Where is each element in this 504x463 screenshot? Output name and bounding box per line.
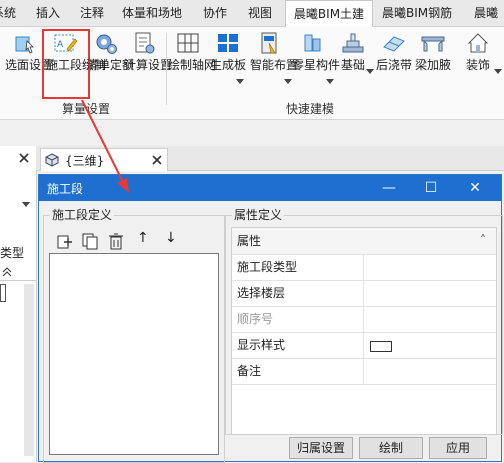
color-swatch[interactable] — [370, 341, 392, 352]
dialog-title: 施工段 — [47, 182, 84, 196]
face-setting-button[interactable]: 选面设置 — [5, 29, 54, 73]
menu-bar: 系统 插入 注释 体量和场地 协作 视图 晨曦BIM土建 晨曦BIM钢筋 晨曦 — [0, 0, 504, 28]
calc-setting-button[interactable]: 计算设置 — [124, 29, 173, 73]
grid-icon — [176, 31, 200, 55]
foundation-icon — [341, 31, 365, 55]
maximize-button[interactable]: ☐ — [411, 175, 451, 201]
misc-component-label: 零星构件 — [292, 58, 341, 72]
group-label-calc-setting: 算量设置 — [62, 102, 111, 116]
dialog-titlebar[interactable]: 施工段 — ☐ ✕ — [39, 175, 501, 201]
menu-tab-system[interactable]: 系统 — [0, 0, 22, 26]
chevron-down-icon — [326, 79, 334, 84]
property-row-remark[interactable]: 备注 — [232, 358, 496, 385]
menu-tab-massing[interactable]: 体量和场地 — [122, 0, 188, 26]
close-icon[interactable] — [18, 152, 30, 164]
apply-button[interactable]: 应用 — [429, 437, 487, 459]
smart-layout-label: 智能布置 — [250, 58, 299, 72]
beam-haunch-icon — [421, 31, 445, 55]
menu-tab-civil[interactable]: 晨曦BIM土建 — [285, 0, 373, 28]
property-name: 选择楼层 — [237, 286, 286, 300]
slab-icon — [216, 31, 240, 55]
property-grid-header: 属性 ˄ — [232, 228, 496, 255]
properties-panel: 类型 — [0, 146, 37, 462]
chevron-down-icon — [236, 79, 244, 84]
property-header-label: 属性 — [237, 234, 262, 248]
collapse-icon[interactable] — [2, 267, 12, 277]
misc-component-icon — [300, 31, 324, 55]
menu-tab-collaborate[interactable]: 协作 — [203, 0, 231, 26]
decoration-icon — [466, 31, 490, 55]
chevron-down-icon[interactable] — [22, 202, 30, 208]
minimize-button[interactable]: — — [369, 175, 409, 201]
type-label: 类型 — [0, 246, 25, 260]
menu-tab-insert[interactable]: 插入 — [36, 0, 64, 26]
foundation-button[interactable]: 基础 — [333, 29, 373, 73]
chevron-down-icon — [494, 69, 502, 74]
type-row — [0, 264, 36, 281]
gear-icon — [94, 31, 118, 55]
close-button[interactable]: ✕ — [455, 175, 495, 201]
delete-icon[interactable] — [107, 232, 125, 250]
section-definition-title: 施工段定义 — [50, 208, 115, 222]
menu-tab-annotate[interactable]: 注释 — [80, 0, 108, 26]
highlight-box — [42, 29, 90, 99]
smart-layout-icon — [258, 31, 282, 55]
construction-section-dialog: 施工段 — ☐ ✕ 施工段定义 ↑ ↓ 属性定义 属性 ˄ 施工段类型 选择楼层… — [38, 174, 503, 463]
property-name: 施工段类型 — [237, 260, 298, 274]
tab-label: {三维} — [65, 154, 105, 168]
generate-slab-button[interactable]: 生成板 — [208, 29, 248, 73]
property-row-display-style[interactable]: 显示样式 — [232, 332, 496, 359]
section-list[interactable] — [49, 253, 219, 455]
quota-list-button[interactable]: 清单定额 — [86, 29, 135, 73]
draw-button[interactable]: 绘制 — [359, 437, 423, 459]
collapse-button[interactable]: ˄ — [480, 233, 486, 247]
draw-grid-button[interactable]: 绘制轴网 — [168, 29, 217, 73]
property-name: 显示样式 — [237, 338, 286, 352]
copy-icon[interactable] — [81, 232, 99, 250]
smart-layout-button[interactable]: 智能布置 — [250, 29, 299, 73]
document-tab-strip: {三维} — [36, 146, 504, 171]
ribbon: 选面设置 A 施工段绘制 清单定额 计算设置 绘制轴网 生成板 智能布置 零星构… — [0, 27, 504, 120]
close-icon[interactable] — [151, 154, 163, 166]
ribbon-separator — [166, 33, 167, 105]
menu-tab-view[interactable]: 视图 — [248, 0, 276, 26]
property-row-order: 顺序号 — [232, 306, 496, 333]
face-setting-label: 选面设置 — [5, 58, 54, 72]
beam-haunch-button[interactable]: 梁加腋 — [413, 29, 453, 73]
move-up-button[interactable]: ↑ — [137, 230, 149, 246]
decoration-label: 装饰 — [465, 58, 490, 72]
property-row-floor[interactable]: 选择楼层 — [232, 280, 496, 307]
column-divider — [363, 254, 364, 384]
chevron-down-icon — [366, 69, 374, 74]
menu-tab-rebar[interactable]: 晨曦BIM钢筋 — [382, 0, 462, 26]
face-setting-icon — [13, 31, 37, 55]
post-cast-strip-label: 后浇带 — [375, 58, 412, 72]
beam-haunch-label: 梁加腋 — [414, 58, 451, 72]
generate-slab-label: 生成板 — [209, 58, 246, 72]
type-field[interactable] — [0, 284, 6, 302]
draw-grid-label: 绘制轴网 — [168, 58, 217, 72]
misc-component-button[interactable]: 零星构件 — [292, 29, 341, 73]
property-name: 备注 — [237, 364, 262, 378]
calc-setting-label: 计算设置 — [124, 58, 173, 72]
assign-setting-button[interactable]: 归属设置 — [289, 437, 353, 459]
post-cast-strip-icon — [382, 31, 406, 55]
post-cast-strip-button[interactable]: 后浇带 — [374, 29, 414, 73]
chevron-down-icon — [284, 79, 292, 84]
property-definition-title: 属性定义 — [232, 208, 285, 222]
add-icon[interactable] — [55, 232, 73, 250]
cube-icon — [45, 153, 59, 167]
move-down-button[interactable]: ↓ — [165, 230, 177, 246]
scrollbar[interactable] — [24, 284, 34, 456]
decoration-button[interactable]: 装饰 — [458, 29, 498, 73]
menu-tab-more[interactable]: 晨曦 — [474, 0, 504, 26]
property-row-section-type[interactable]: 施工段类型 — [232, 254, 496, 281]
group-label-quick-model: 快速建模 — [286, 102, 335, 116]
property-name: 顺序号 — [237, 312, 274, 326]
tab-3d-view[interactable]: {三维} — [40, 148, 168, 171]
calc-setting-icon — [132, 31, 156, 55]
quota-list-label: 清单定额 — [86, 58, 135, 72]
property-grid: 属性 ˄ 施工段类型 选择楼层 顺序号 显示样式 备注 — [231, 227, 497, 435]
